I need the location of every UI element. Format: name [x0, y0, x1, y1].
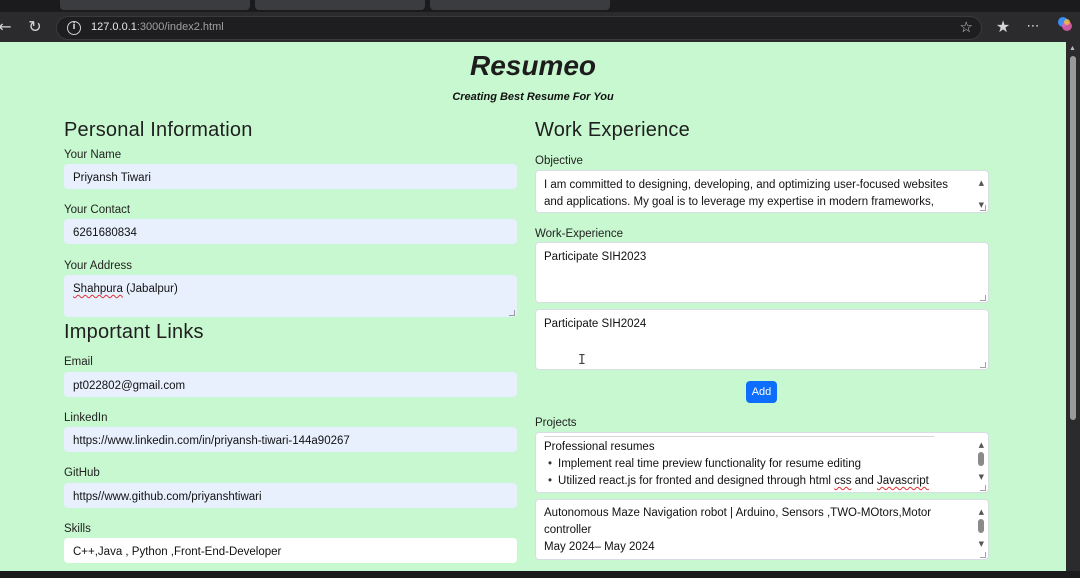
work-experience-textarea[interactable]: Participate SIH2023 — [535, 242, 989, 303]
page-viewport: Resumeo Creating Best Resume For You Per… — [0, 42, 1066, 571]
back-icon[interactable]: ← — [0, 16, 16, 38]
skills-label: Skills — [64, 523, 91, 535]
project-line: Implement real time preview functionalit… — [544, 456, 958, 473]
name-label: Your Name — [64, 149, 122, 161]
tab-strip — [0, 0, 1080, 12]
address-label: Your Address — [64, 260, 132, 272]
scroll-down-icon[interactable]: ▼ — [979, 536, 984, 553]
important-links-heading: Important Links — [64, 321, 204, 343]
objective-label: Objective — [535, 155, 583, 167]
page-scroll-thumb[interactable] — [1070, 56, 1076, 420]
work-experience-textarea[interactable]: Participate SIH2024 — [535, 309, 989, 370]
projects-label: Projects — [535, 417, 577, 429]
address-rest: (Jabalpur) — [122, 283, 178, 295]
work-experience-heading: Work Experience — [535, 119, 690, 141]
favorites-icon[interactable]: ★ — [992, 16, 1014, 38]
text-cursor-icon: I — [578, 353, 586, 368]
scroll-up-icon[interactable]: ▲ — [979, 175, 984, 192]
resize-handle[interactable] — [509, 310, 515, 316]
project-textarea[interactable]: Professional resumes Implement real time… — [535, 432, 989, 493]
linkedin-field[interactable]: https://www.linkedin.com/in/priyansh-tiw… — [64, 427, 517, 452]
skills-field[interactable]: C++,Java , Python ,Front-End-Developer — [64, 538, 517, 563]
contact-label: Your Contact — [64, 204, 131, 216]
more-menu-icon[interactable]: ⋯ — [1022, 16, 1044, 38]
objective-line: I am committed to designing, developing,… — [544, 179, 948, 191]
project-line: Autonomous Maze Navigation robot | Ardui… — [544, 507, 932, 519]
objective-line: and applications. My goal is to leverage… — [544, 196, 934, 208]
url-text[interactable]: 127.0.0.1:3000/index2.html — [91, 21, 224, 33]
project-line: controller — [544, 524, 592, 536]
experience-text: Participate SIH2023 — [544, 251, 647, 263]
textarea-scroll-thumb[interactable] — [978, 519, 984, 533]
experience-text: Participate SIH2024 — [544, 318, 647, 330]
add-experience-button[interactable]: Add — [746, 381, 777, 403]
resize-handle[interactable] — [980, 552, 986, 558]
address-field[interactable]: Shahpura (Jabalpur) — [64, 275, 517, 317]
scroll-up-icon[interactable]: ▲ — [1069, 45, 1076, 52]
textarea-scroll-thumb[interactable] — [978, 452, 984, 466]
project-line: Utilized react.js for fronted and design… — [544, 473, 958, 490]
copilot-icon[interactable] — [1054, 16, 1076, 38]
window-bottom-edge — [0, 571, 1080, 578]
resize-handle[interactable] — [980, 295, 986, 301]
work-experience-label: Work-Experience — [535, 228, 623, 240]
project-line: May 2024– May 2024 — [544, 541, 655, 553]
email-field[interactable]: pt022802@gmail.com — [64, 372, 517, 397]
page-scrollbar[interactable]: ▲ — [1066, 42, 1080, 571]
address-bar[interactable]: i 127.0.0.1:3000/index2.html ☆ — [56, 16, 982, 40]
github-label: GitHub — [64, 467, 100, 479]
email-label: Email — [64, 356, 93, 368]
reload-icon[interactable]: ↻ — [24, 16, 46, 38]
browser-tab[interactable] — [255, 0, 425, 10]
objective-textarea[interactable]: I am committed to designing, developing,… — [535, 170, 989, 213]
resize-handle[interactable] — [980, 485, 986, 491]
github-field[interactable]: https//www.github.com/priyanshtiwari — [64, 483, 517, 508]
personal-info-heading: Personal Information — [64, 119, 253, 141]
clipped-line — [544, 433, 934, 437]
bookmark-star-icon[interactable]: ☆ — [960, 18, 973, 36]
contact-field[interactable]: 6261680834 — [64, 219, 517, 244]
browser-toolbar: ← ↻ i 127.0.0.1:3000/index2.html ☆ ★ ⋯ — [0, 12, 1080, 42]
address-word-spell: Shahpura — [73, 283, 123, 295]
project-textarea[interactable]: Autonomous Maze Navigation robot | Ardui… — [535, 499, 989, 560]
scroll-down-icon[interactable]: ▼ — [979, 469, 984, 486]
browser-tab[interactable] — [430, 0, 610, 10]
brand-title: Resumeo — [469, 50, 597, 81]
resize-handle[interactable] — [980, 362, 986, 368]
brand-tagline: Creating Best Resume For You — [452, 91, 614, 103]
site-info-icon[interactable]: i — [67, 21, 81, 35]
browser-tab[interactable] — [60, 0, 250, 10]
linkedin-label: LinkedIn — [64, 412, 108, 424]
project-line: Professional resumes — [544, 441, 655, 453]
resize-handle[interactable] — [980, 205, 986, 211]
name-field[interactable]: Priyansh Tiwari — [64, 164, 517, 189]
